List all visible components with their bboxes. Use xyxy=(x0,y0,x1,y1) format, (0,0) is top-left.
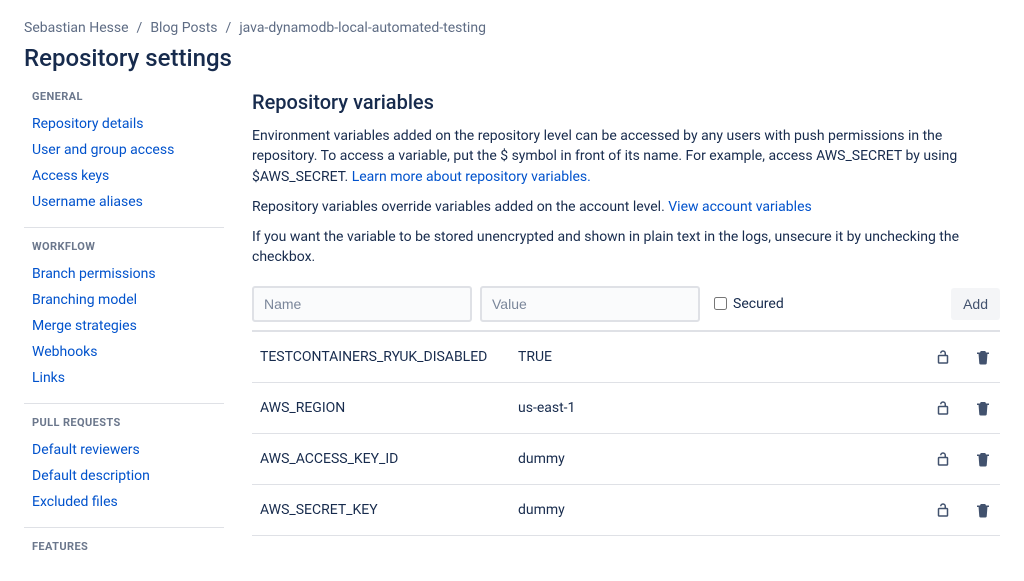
variable-value-input[interactable] xyxy=(480,286,700,322)
unlock-icon[interactable] xyxy=(934,399,952,417)
variables-list: TESTCONTAINERS_RYUK_DISABLED TRUE AWS_RE… xyxy=(252,332,1000,536)
sidebar-section-title: GENERAL xyxy=(32,90,224,103)
secured-label: Secured xyxy=(733,296,784,312)
learn-more-link[interactable]: Learn more about repository variables. xyxy=(352,169,591,185)
add-button[interactable]: Add xyxy=(951,288,1000,320)
variable-row: TESTCONTAINERS_RYUK_DISABLED TRUE xyxy=(252,332,1000,383)
sidebar-divider xyxy=(24,527,224,528)
sidebar-section-title: PULL REQUESTS xyxy=(32,416,224,429)
breadcrumb-item[interactable]: java-dynamodb-local-automated-testing xyxy=(239,20,486,36)
variable-name-input[interactable] xyxy=(252,286,472,322)
delete-icon[interactable] xyxy=(974,501,992,519)
page-title: Repository settings xyxy=(24,44,1000,72)
settings-sidebar: GENERAL Repository details User and grou… xyxy=(24,90,224,561)
unlock-icon[interactable] xyxy=(934,348,952,366)
sidebar-item-merge-strategies[interactable]: Merge strategies xyxy=(24,313,224,339)
sidebar-item-webhooks[interactable]: Webhooks xyxy=(24,339,224,365)
delete-icon[interactable] xyxy=(974,450,992,468)
variable-name: AWS_ACCESS_KEY_ID xyxy=(260,451,518,467)
variable-name: TESTCONTAINERS_RYUK_DISABLED xyxy=(260,349,518,365)
variable-value: us-east-1 xyxy=(518,400,934,416)
unlock-icon[interactable] xyxy=(934,450,952,468)
delete-icon[interactable] xyxy=(974,399,992,417)
sidebar-item-excluded-files[interactable]: Excluded files xyxy=(24,489,224,515)
sidebar-item-branch-permissions[interactable]: Branch permissions xyxy=(24,261,224,287)
sidebar-item-username-aliases[interactable]: Username aliases xyxy=(24,189,224,215)
breadcrumb-item[interactable]: Blog Posts xyxy=(150,20,217,36)
breadcrumb-separator: / xyxy=(137,20,143,36)
sidebar-section-title: FEATURES xyxy=(32,540,224,553)
sidebar-item-branching-model[interactable]: Branching model xyxy=(24,287,224,313)
section-heading: Repository variables xyxy=(252,90,1000,114)
description-paragraph: Repository variables override variables … xyxy=(252,197,1000,217)
variable-value: dummy xyxy=(518,502,934,518)
sidebar-divider xyxy=(24,227,224,228)
breadcrumb-separator: / xyxy=(226,20,232,36)
breadcrumb-item[interactable]: Sebastian Hesse xyxy=(24,20,129,36)
add-variable-row: Secured Add xyxy=(252,278,1000,332)
description-paragraph: Environment variables added on the repos… xyxy=(252,126,1000,187)
view-account-variables-link[interactable]: View account variables xyxy=(668,199,811,215)
unlock-icon[interactable] xyxy=(934,501,952,519)
variable-value: TRUE xyxy=(518,349,934,365)
variable-row: AWS_ACCESS_KEY_ID dummy xyxy=(252,434,1000,485)
sidebar-item-repository-details[interactable]: Repository details xyxy=(24,111,224,137)
sidebar-item-user-group-access[interactable]: User and group access xyxy=(24,137,224,163)
variable-value: dummy xyxy=(518,451,934,467)
sidebar-divider xyxy=(24,403,224,404)
variable-row: AWS_SECRET_KEY dummy xyxy=(252,485,1000,536)
delete-icon[interactable] xyxy=(974,348,992,366)
variable-name: AWS_SECRET_KEY xyxy=(260,502,518,518)
sidebar-section-title: WORKFLOW xyxy=(32,240,224,253)
sidebar-item-default-reviewers[interactable]: Default reviewers xyxy=(24,437,224,463)
main-content: Repository variables Environment variabl… xyxy=(252,90,1000,561)
secured-checkbox[interactable] xyxy=(714,297,727,310)
breadcrumb: Sebastian Hesse / Blog Posts / java-dyna… xyxy=(24,20,1000,36)
sidebar-item-links[interactable]: Links xyxy=(24,365,224,391)
sidebar-item-access-keys[interactable]: Access keys xyxy=(24,163,224,189)
description-text: Repository variables override variables … xyxy=(252,199,668,215)
description-paragraph: If you want the variable to be stored un… xyxy=(252,227,1000,268)
variable-row: AWS_REGION us-east-1 xyxy=(252,383,1000,434)
variable-name: AWS_REGION xyxy=(260,400,518,416)
sidebar-item-default-description[interactable]: Default description xyxy=(24,463,224,489)
